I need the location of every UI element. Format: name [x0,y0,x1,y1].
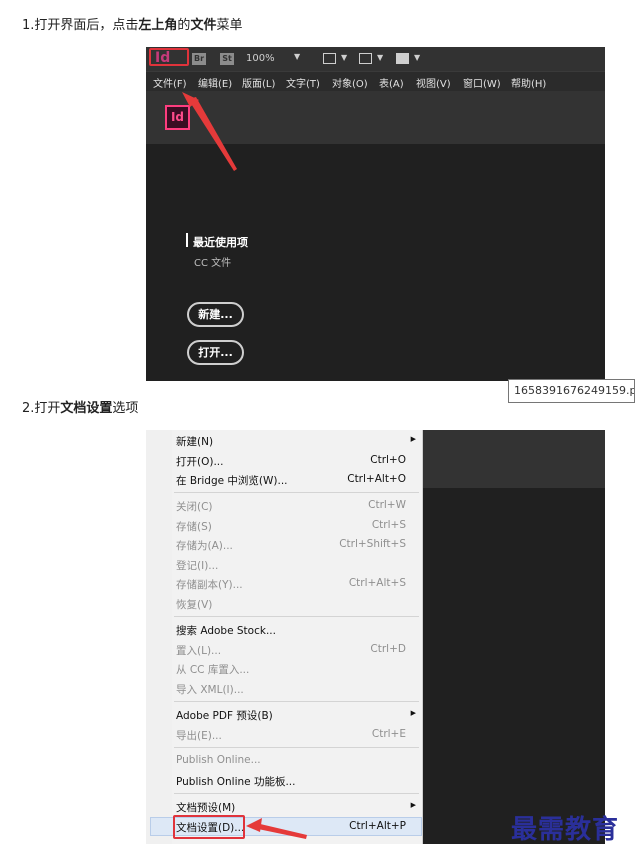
red-pointer-arrow-icon [182,92,237,171]
step-2-bold-document-setup: 文档设置 [60,401,113,416]
step-2-prefix: 2.打开 [22,401,61,416]
step-1-caption: 1.打开界面后，点击左上角的文件菜单 [22,14,242,33]
site-watermark-logo: 最需教育 [511,815,620,845]
document-area-header [423,430,605,488]
filename-tooltip: 1658391676249159.p [508,379,635,403]
step-1-bold-file: 文件 [190,18,217,33]
step-2-caption: 2.打开文档设置选项 [22,397,138,416]
step-1-suffix: 菜单 [216,18,243,33]
step-1-bold-location: 左上角 [138,18,178,33]
indesign-start-screenshot: Id Br St 100% ▼ ▼ ▼ ▼ 文件(F) 编辑(E) 版面(L) … [146,47,605,381]
file-menu-screenshot: 新建(N) ▶ 打开(O)... Ctrl+O 在 Bridge 中浏览(W)...… [146,430,605,844]
document-area-background [423,430,605,844]
file-dropdown-menu: 新建(N) ▶ 打开(O)... Ctrl+O 在 Bridge 中浏览(W)...… [146,430,423,844]
step-1-prefix: 1.打开界面后，点击 [22,18,139,33]
step-1-mid: 的 [177,18,191,33]
red-pointer-arrow-icon [246,818,307,839]
step-2-suffix: 选项 [112,401,139,416]
